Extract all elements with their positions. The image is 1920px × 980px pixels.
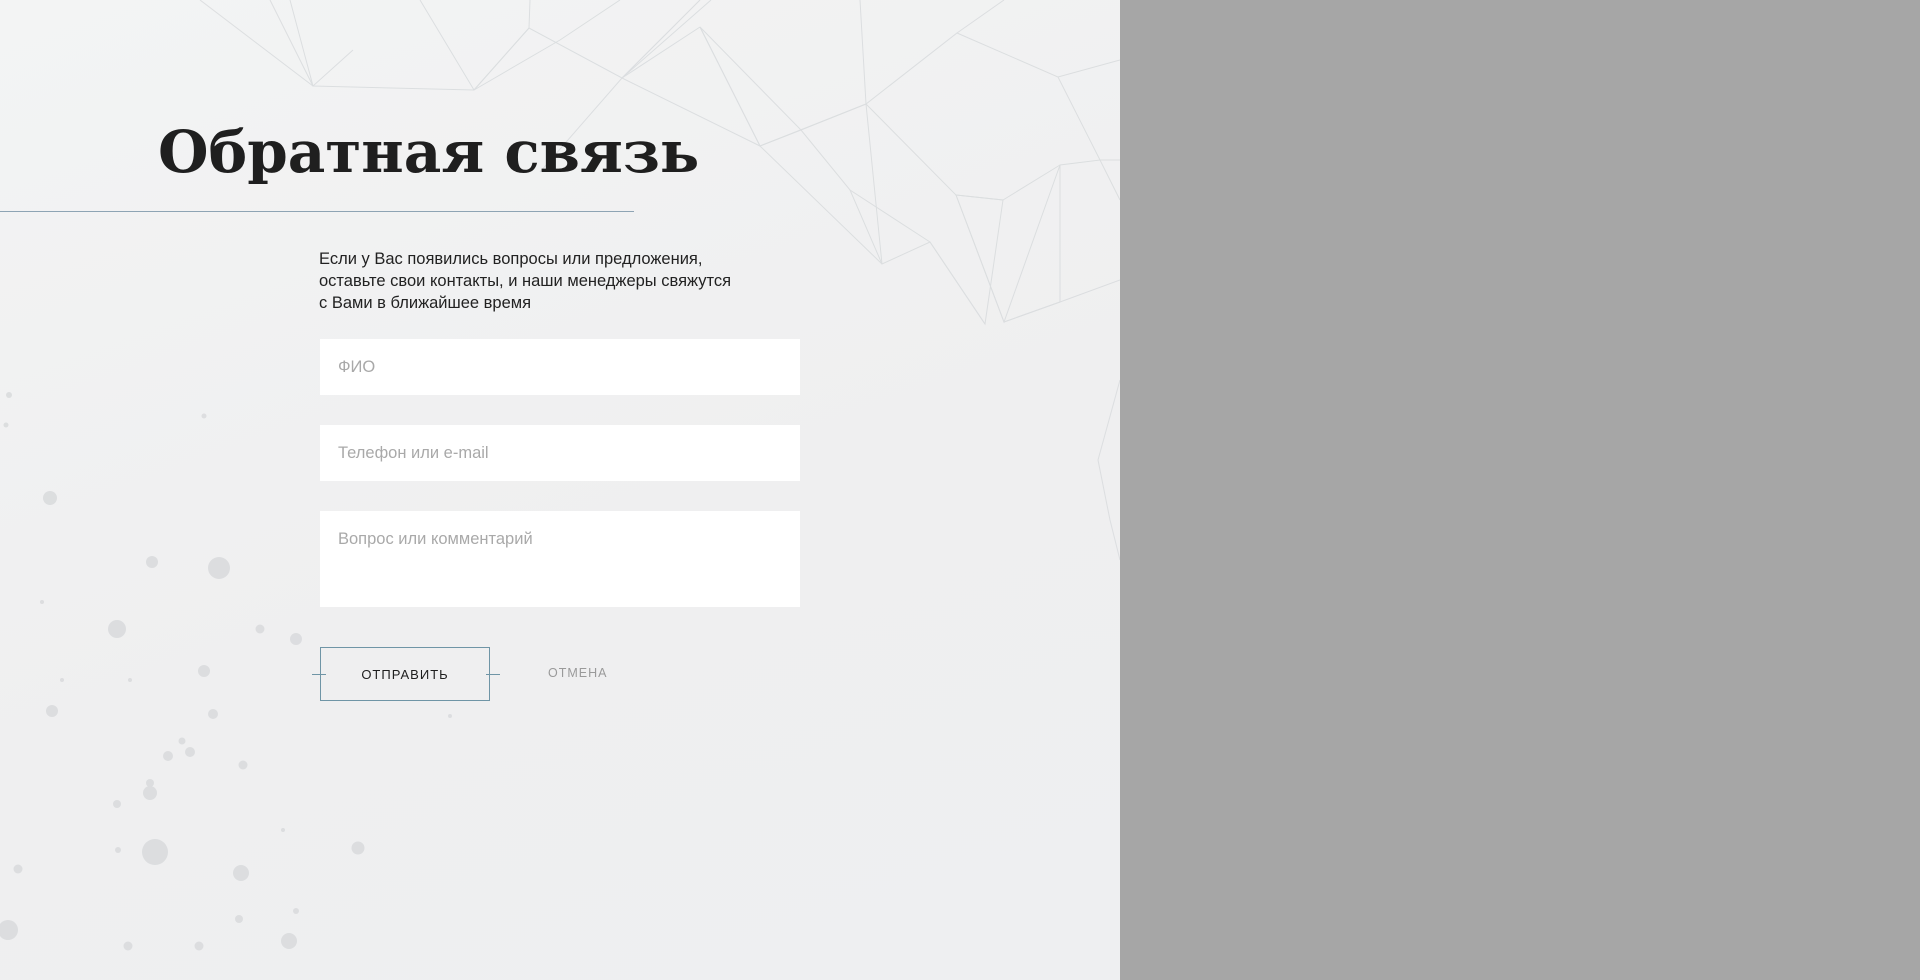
feedback-page: Обратная связь Если у Вас появились вопр…: [0, 0, 1920, 980]
comment-textarea[interactable]: [320, 511, 800, 607]
phone-or-email-input[interactable]: [320, 425, 800, 481]
submit-button[interactable]: ОТПРАВИТЬ: [312, 647, 500, 701]
title-divider: [0, 211, 634, 212]
submit-button-label: ОТПРАВИТЬ: [361, 666, 449, 682]
intro-line: Если у Вас появились вопросы или предлож…: [319, 250, 703, 268]
feedback-panel: Обратная связь Если у Вас появились вопр…: [0, 0, 1120, 980]
button-tick-right: [486, 674, 500, 675]
cancel-button-label: ОТМЕНА: [548, 666, 608, 680]
full-name-input[interactable]: [320, 339, 800, 395]
intro-line: с Вами в ближайшее время: [319, 294, 532, 312]
cancel-button[interactable]: ОТМЕНА: [540, 663, 615, 683]
intro-text: Если у Вас появились вопросы или предлож…: [319, 248, 789, 314]
modal-overlay[interactable]: [1120, 0, 1920, 980]
intro-line: оставьте свои контакты, и наши менеджеры…: [319, 272, 732, 290]
page-title: Обратная связь: [158, 118, 700, 186]
button-tick-left: [312, 674, 326, 675]
